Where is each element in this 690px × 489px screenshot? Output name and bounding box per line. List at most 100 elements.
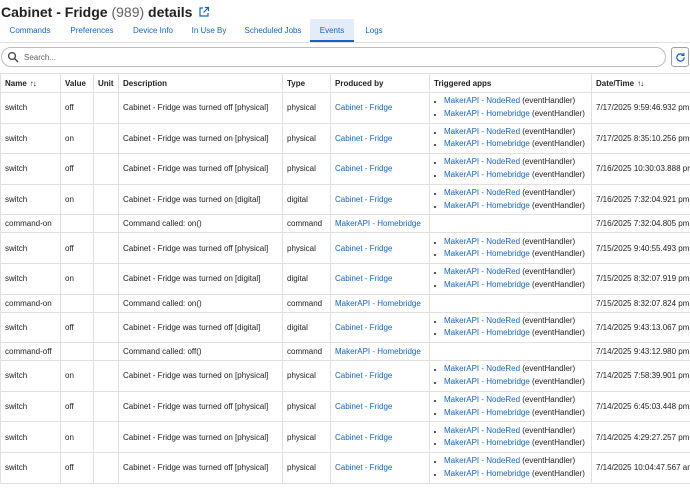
triggered-app-link[interactable]: MakerAPI - NodeRed	[444, 127, 520, 136]
table-row: command-off Command called: off() command M…	[0, 342, 690, 362]
column-header-unit: Unit	[93, 73, 119, 93]
cell-description: Cabinet - Fridge was turned off [physica…	[118, 390, 283, 423]
tab-commands[interactable]: Commands	[0, 19, 60, 42]
triggered-app-link[interactable]: MakerAPI - Homebridge	[444, 328, 530, 337]
cell-triggered-apps: MakerAPI - NodeRed (eventHandler)MakerAP…	[429, 311, 592, 344]
refresh-button[interactable]	[671, 47, 689, 67]
producer-link[interactable]: MakerAPI - Homebridge	[335, 347, 421, 356]
tab-events[interactable]: Events	[310, 19, 354, 42]
event-handler-label: (eventHandler)	[522, 315, 576, 325]
triggered-app-link[interactable]: MakerAPI - NodeRed	[444, 188, 520, 197]
triggered-app-link[interactable]: MakerAPI - NodeRed	[444, 316, 520, 325]
cell-datetime: 7/14/2025 9:43:12.980 pm	[591, 342, 690, 362]
producer-link[interactable]: Cabinet - Fridge	[335, 103, 392, 112]
event-handler-label: (eventHandler)	[532, 139, 585, 149]
column-header-name[interactable]: Name ↑↓	[0, 73, 61, 93]
cell-description: Command called: on()	[118, 293, 283, 313]
producer-link[interactable]: Cabinet - Fridge	[335, 244, 392, 253]
cell-datetime: 7/15/2025 8:32:07.824 pm	[591, 293, 690, 313]
triggered-app-item: MakerAPI - Homebridge (eventHandler)	[444, 327, 587, 340]
producer-link[interactable]: Cabinet - Fridge	[335, 402, 392, 411]
column-header-datetime[interactable]: Date/Time ↑↓	[591, 73, 690, 93]
refresh-icon	[675, 52, 686, 63]
triggered-apps-list: MakerAPI - NodeRed (eventHandler)MakerAP…	[434, 266, 587, 291]
triggered-app-link[interactable]: MakerAPI - Homebridge	[444, 469, 530, 478]
table-row: switch on Cabinet - Fridge was turned on […	[0, 421, 690, 453]
producer-link[interactable]: Cabinet - Fridge	[335, 164, 392, 173]
tab-in-use-by[interactable]: In Use By	[182, 19, 236, 42]
cell-datetime: 7/14/2025 4:29:27.257 pm	[591, 421, 690, 453]
producer-link[interactable]: Cabinet - Fridge	[335, 134, 392, 143]
producer-link[interactable]: Cabinet - Fridge	[335, 195, 392, 204]
cell-type: digital	[282, 262, 331, 295]
triggered-app-link[interactable]: MakerAPI - Homebridge	[444, 408, 530, 417]
event-handler-label: (eventHandler)	[522, 96, 576, 106]
cell-datetime: 7/16/2025 7:32:04.805 pm	[591, 214, 690, 234]
cell-produced-by: Cabinet - Fridge	[330, 360, 430, 392]
cell-description: Cabinet - Fridge was turned off [physica…	[118, 232, 283, 264]
triggered-app-link[interactable]: MakerAPI - Homebridge	[444, 201, 530, 210]
triggered-app-item: MakerAPI - NodeRed (eventHandler)	[444, 455, 587, 468]
cell-triggered-apps: MakerAPI - NodeRed (eventHandler)MakerAP…	[429, 122, 592, 155]
event-handler-label: (eventHandler)	[532, 328, 585, 338]
cell-produced-by: MakerAPI - Homebridge	[330, 293, 430, 313]
cell-value: on	[60, 122, 94, 155]
event-handler-label: (eventHandler)	[522, 395, 576, 405]
event-handler-label: (eventHandler)	[522, 425, 576, 435]
cell-name: command-on	[0, 293, 61, 313]
column-header-type: Type	[282, 73, 331, 93]
tab-device-info[interactable]: Device Info	[124, 19, 182, 42]
triggered-app-link[interactable]: MakerAPI - Homebridge	[444, 170, 530, 179]
tab-scheduled-jobs[interactable]: Scheduled Jobs	[236, 19, 310, 42]
triggered-app-link[interactable]: MakerAPI - NodeRed	[444, 426, 520, 435]
table-row: command-on Command called: on() command Mak…	[0, 214, 690, 234]
triggered-app-link[interactable]: MakerAPI - Homebridge	[444, 438, 530, 447]
sort-icon[interactable]: ↑↓	[637, 79, 644, 88]
triggered-apps-list: MakerAPI - NodeRed (eventHandler)MakerAP…	[434, 455, 587, 480]
search-input[interactable]	[22, 51, 646, 63]
triggered-app-link[interactable]: MakerAPI - NodeRed	[444, 364, 520, 373]
external-link-icon[interactable]	[198, 6, 210, 18]
cell-produced-by: MakerAPI - Homebridge	[330, 214, 430, 234]
producer-link[interactable]: Cabinet - Fridge	[335, 323, 392, 332]
sort-icon[interactable]: ↑↓	[30, 79, 37, 88]
cell-triggered-apps: MakerAPI - NodeRed (eventHandler) MakerAP…	[429, 390, 592, 423]
cell-type: physical	[282, 232, 331, 264]
table-row: switch on Cabinet - Fridge was turned on […	[0, 183, 690, 216]
triggered-apps-list: MakerAPI - NodeRed (eventHandler) MakerAP…	[434, 363, 587, 388]
tab-bar: Commands Preferences Device Info In Use …	[0, 18, 690, 43]
producer-link[interactable]: Cabinet - Fridge	[335, 463, 392, 472]
events-table: Name ↑↓ Value Unit Description Type Produ…	[0, 73, 690, 484]
cell-unit	[93, 390, 119, 423]
cell-datetime: 7/14/2025 7:58:39.901 pm	[591, 360, 690, 392]
event-handler-label: (eventHandler)	[522, 364, 576, 374]
triggered-app-link[interactable]: MakerAPI - NodeRed	[444, 456, 520, 465]
producer-link[interactable]: Cabinet - Fridge	[335, 371, 392, 380]
triggered-apps-list: MakerAPI - NodeRed (eventHandler)MakerAP…	[434, 156, 587, 181]
triggered-app-link[interactable]: MakerAPI - NodeRed	[444, 267, 520, 276]
triggered-app-link[interactable]: MakerAPI - NodeRed	[444, 237, 520, 246]
cell-value	[60, 293, 94, 313]
tab-preferences[interactable]: Preferences	[60, 19, 124, 42]
cell-value: on	[60, 183, 94, 216]
triggered-app-link[interactable]: MakerAPI - Homebridge	[444, 249, 530, 258]
cell-produced-by: Cabinet - Fridge	[330, 183, 430, 216]
cell-produced-by: Cabinet - Fridge	[330, 421, 430, 453]
tab-logs[interactable]: Logs	[354, 19, 394, 42]
triggered-app-link[interactable]: MakerAPI - Homebridge	[444, 109, 530, 118]
producer-link[interactable]: MakerAPI - Homebridge	[335, 219, 421, 228]
producer-link[interactable]: Cabinet - Fridge	[335, 274, 392, 283]
triggered-app-link[interactable]: MakerAPI - NodeRed	[444, 395, 520, 404]
producer-link[interactable]: Cabinet - Fridge	[335, 433, 392, 442]
triggered-app-link[interactable]: MakerAPI - NodeRed	[444, 157, 520, 166]
triggered-app-link[interactable]: MakerAPI - Homebridge	[444, 280, 530, 289]
triggered-app-link[interactable]: MakerAPI - NodeRed	[444, 96, 520, 105]
triggered-app-link[interactable]: MakerAPI - Homebridge	[444, 139, 530, 148]
producer-link[interactable]: MakerAPI - Homebridge	[335, 299, 421, 308]
triggered-app-item: MakerAPI - NodeRed (eventHandler)	[444, 315, 587, 328]
triggered-app-link[interactable]: MakerAPI - Homebridge	[444, 377, 530, 386]
cell-triggered-apps	[429, 293, 592, 313]
cell-triggered-apps: MakerAPI - NodeRed (eventHandler)MakerAP…	[429, 262, 592, 295]
cell-name: switch	[0, 262, 61, 295]
cell-produced-by: Cabinet - Fridge	[330, 262, 430, 295]
